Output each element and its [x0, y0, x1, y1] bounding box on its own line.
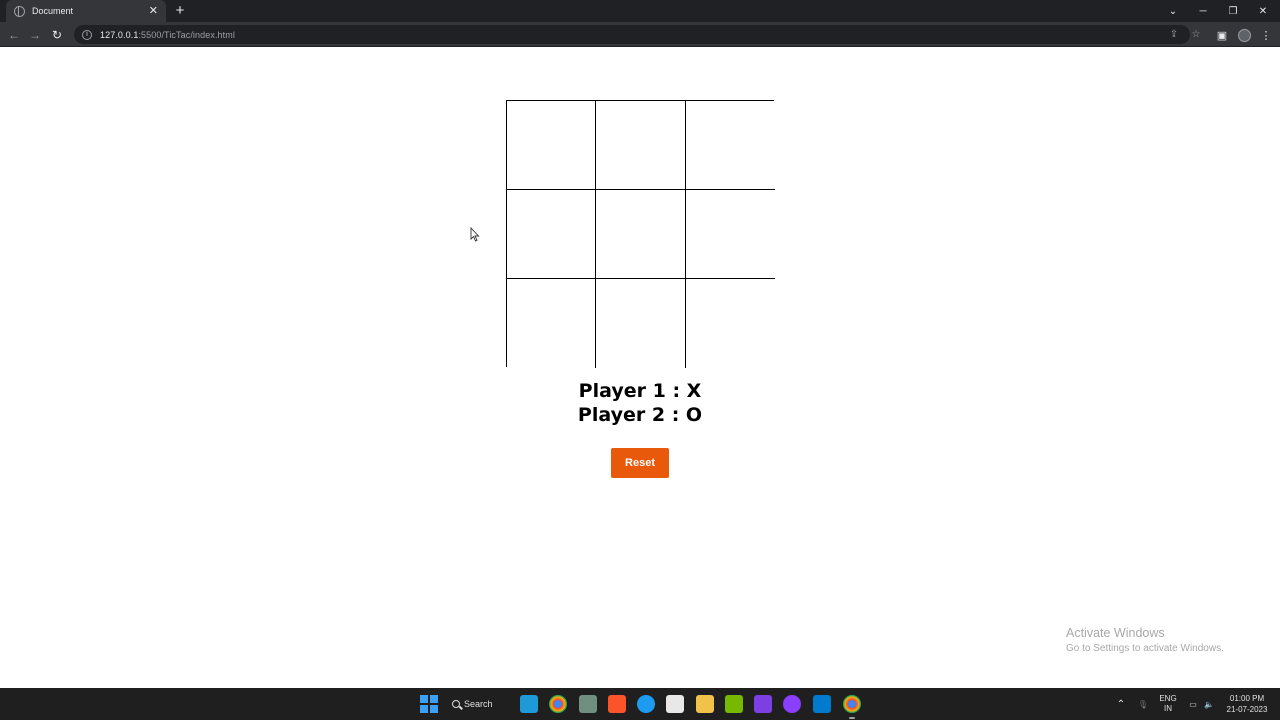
- board-cell[interactable]: [507, 101, 596, 190]
- board-cell[interactable]: [596, 190, 686, 279]
- board-cell[interactable]: [596, 101, 686, 190]
- language-indicator[interactable]: ENG IN: [1156, 688, 1180, 720]
- minimize-button[interactable]: ─: [1188, 0, 1218, 22]
- nvidia-icon[interactable]: [725, 695, 743, 713]
- browser-tab-strip: Document ✕ + ⌄ ─ ❐ ✕: [0, 0, 1280, 22]
- search-icon: [452, 700, 460, 708]
- chrome-icon[interactable]: [549, 695, 567, 713]
- window-close-button[interactable]: ✕: [1248, 0, 1278, 22]
- clock-time: 01:00 PM: [1229, 694, 1265, 703]
- twitter-icon[interactable]: [637, 695, 655, 713]
- clock[interactable]: 01:00 PM 21-07-2023: [1222, 688, 1272, 720]
- tray-chevron-icon[interactable]: ⌃: [1114, 688, 1128, 720]
- volume-icon[interactable]: 🔈: [1202, 688, 1216, 720]
- app-icon[interactable]: [520, 695, 538, 713]
- player-1-label: Player 1 : X: [578, 380, 702, 402]
- player-2-label: Player 2 : O: [577, 404, 703, 426]
- vscode-icon[interactable]: [813, 695, 831, 713]
- address-bar[interactable]: i 127.0.0.1:5500/TicTac/index.html ⇪ ☆: [74, 25, 1200, 44]
- close-tab-icon[interactable]: ✕: [149, 5, 158, 17]
- reset-button[interactable]: Reset: [611, 448, 669, 478]
- windows-start-icon[interactable]: [420, 695, 438, 713]
- board-cell[interactable]: [686, 190, 775, 279]
- tab-title: Document: [32, 6, 74, 16]
- board-cell[interactable]: [596, 279, 686, 368]
- app-icon[interactable]: [783, 695, 801, 713]
- board-cell[interactable]: [686, 101, 775, 190]
- file-explorer-icon[interactable]: [696, 695, 714, 713]
- taskbar-search[interactable]: Search: [452, 695, 493, 713]
- brave-icon[interactable]: [608, 695, 626, 713]
- share-icon[interactable]: ⇪: [1166, 25, 1182, 44]
- tab-search-icon[interactable]: ⌄: [1158, 0, 1188, 22]
- site-info-icon[interactable]: i: [82, 29, 92, 40]
- chrome-active-icon[interactable]: [843, 695, 861, 713]
- board-cell[interactable]: [507, 190, 596, 279]
- new-tab-button[interactable]: +: [172, 2, 188, 20]
- network-icon[interactable]: ▭: [1186, 688, 1200, 720]
- board-cell[interactable]: [507, 279, 596, 368]
- clock-date: 21-07-2023: [1226, 705, 1268, 714]
- microphone-icon[interactable]: 🎙: [1136, 688, 1150, 720]
- bookmark-star-icon[interactable]: ☆: [1188, 25, 1204, 44]
- restore-button[interactable]: ❐: [1218, 0, 1248, 22]
- app-icon[interactable]: [666, 695, 684, 713]
- globe-icon: [14, 5, 25, 17]
- profile-avatar[interactable]: [1238, 29, 1251, 42]
- activate-windows-watermark: Activate Windows Go to Settings to activ…: [1066, 626, 1224, 654]
- search-label: Search: [464, 699, 493, 709]
- active-app-indicator: [849, 717, 855, 719]
- menu-kebab-icon[interactable]: ⋮: [1257, 26, 1275, 44]
- chatgpt-icon[interactable]: [579, 695, 597, 713]
- crown-app-icon[interactable]: [754, 695, 772, 713]
- back-icon[interactable]: ←: [5, 26, 23, 44]
- watermark-subtitle: Go to Settings to activate Windows.: [1066, 643, 1224, 654]
- tictactoe-board: [506, 100, 775, 368]
- forward-icon[interactable]: →: [26, 26, 44, 44]
- browser-tab[interactable]: Document ✕: [6, 0, 166, 22]
- side-panel-icon[interactable]: ▣: [1213, 26, 1231, 44]
- reload-icon[interactable]: ↻: [48, 26, 66, 44]
- url-text[interactable]: 127.0.0.1:5500/TicTac/index.html: [100, 30, 235, 40]
- browser-toolbar: ← → ↻ i 127.0.0.1:5500/TicTac/index.html…: [0, 22, 1280, 47]
- watermark-title: Activate Windows: [1066, 626, 1165, 640]
- windows-taskbar: Search ⌃ 🎙 ENG IN ▭ 🔈 01:00 PM 21-07-202…: [0, 688, 1280, 720]
- board-cell[interactable]: [686, 279, 775, 368]
